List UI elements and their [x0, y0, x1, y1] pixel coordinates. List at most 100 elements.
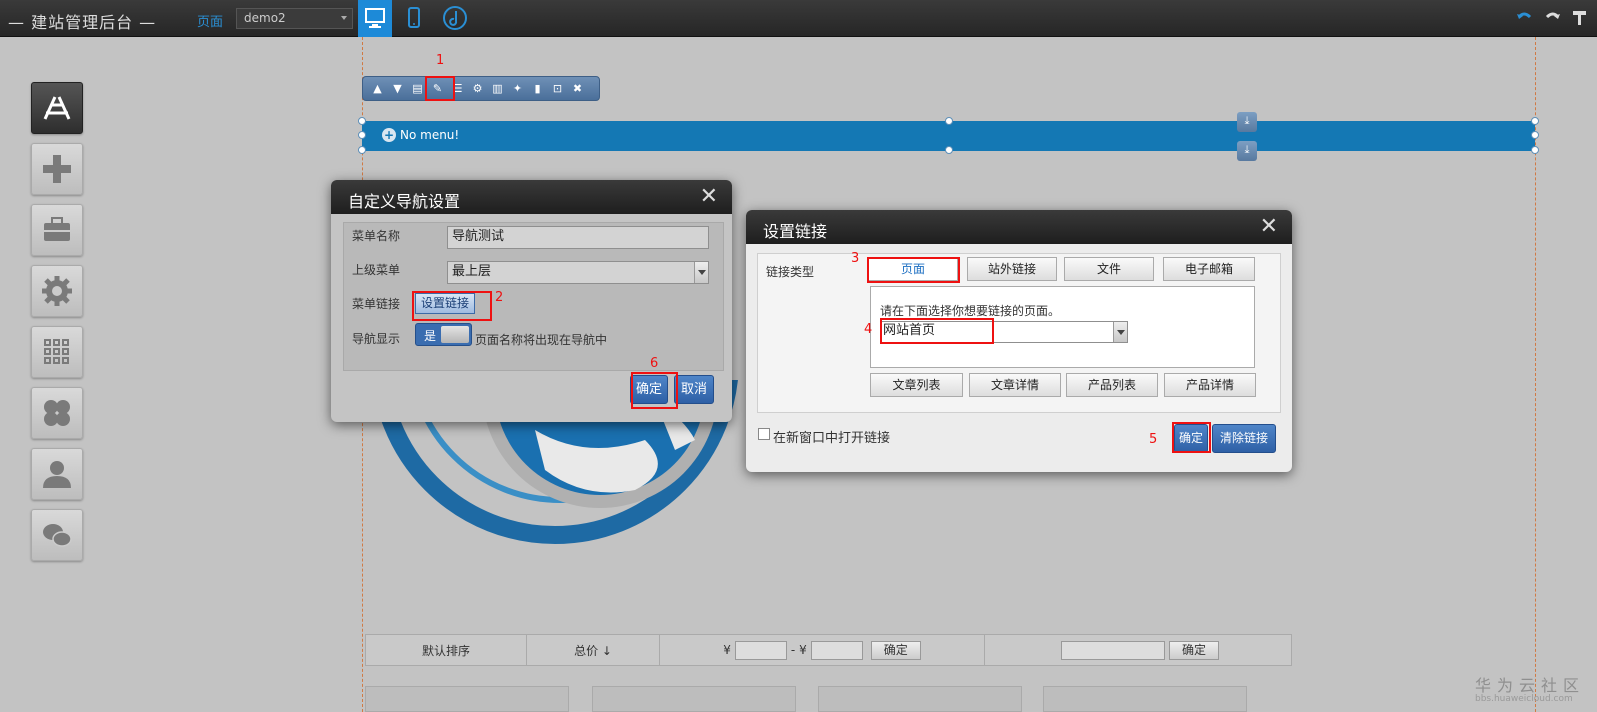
resize-handle[interactable]	[358, 146, 366, 154]
chevron-down-icon	[1113, 322, 1127, 342]
sidebar-item-modules[interactable]	[31, 387, 83, 439]
page-select-value: demo2	[244, 11, 286, 25]
resize-handle[interactable]	[945, 146, 953, 154]
parent-menu-select[interactable]: 最上层	[447, 261, 709, 284]
price-range: ¥ - ¥ 确定	[660, 635, 985, 665]
chevron-down-icon	[341, 16, 347, 20]
left-sidebar	[31, 82, 83, 570]
cancel-button[interactable]: 取消	[674, 375, 714, 404]
copy-icon[interactable]: ▤	[409, 82, 426, 96]
highlight-box-4	[880, 318, 994, 344]
tab-file[interactable]: 文件	[1064, 257, 1154, 281]
tab-email[interactable]: 电子邮箱	[1163, 257, 1255, 281]
undo-icon[interactable]	[1516, 9, 1532, 29]
dialog-title: 自定义导航设置	[348, 192, 461, 211]
menu-name-label: 菜单名称	[352, 229, 401, 243]
default-sort[interactable]: 默认排序	[366, 635, 527, 665]
download-icon[interactable]: ⤓	[1237, 112, 1257, 132]
resize-handle[interactable]	[1531, 146, 1539, 154]
top-bar: — 建站管理后台 — 页面 demo2	[0, 0, 1597, 37]
user-icon	[43, 461, 71, 488]
hammer-icon[interactable]	[1572, 9, 1588, 29]
music-circle-icon	[443, 6, 467, 30]
quick-link-product-detail[interactable]: 产品详情	[1164, 373, 1256, 397]
watermark-title: 华为云社区	[1475, 676, 1586, 695]
tab-external-link[interactable]: 站外链接	[967, 257, 1057, 281]
product-thumbnail[interactable]	[818, 686, 1022, 712]
trash-icon[interactable]: ✖	[569, 82, 586, 96]
product-thumbnail[interactable]	[365, 686, 569, 712]
price-confirm-button[interactable]: 确定	[870, 640, 921, 660]
quick-link-article-list[interactable]: 文章列表	[870, 373, 963, 397]
annotation-6: 6	[650, 356, 659, 371]
download-icon[interactable]: ⤓	[1237, 141, 1257, 161]
search-input[interactable]	[1060, 640, 1165, 660]
monitor-icon	[365, 8, 385, 28]
sidebar-item-settings[interactable]	[31, 265, 83, 317]
sidebar-item-grid[interactable]	[31, 326, 83, 378]
sidebar-item-wechat[interactable]	[31, 509, 83, 561]
search-confirm-button[interactable]: 确定	[1168, 640, 1219, 660]
columns-icon[interactable]: ▥	[489, 82, 506, 96]
sidebar-item-toolbox[interactable]	[31, 204, 83, 256]
max-price-input[interactable]	[810, 640, 863, 660]
resize-handle[interactable]	[1531, 117, 1539, 125]
chart-icon[interactable]: ▮	[529, 82, 546, 96]
sidebar-item-add[interactable]	[31, 143, 83, 195]
page-label: 页面	[197, 15, 224, 30]
product-thumbnail[interactable]	[592, 686, 796, 712]
new-window-checkbox[interactable]	[758, 428, 770, 440]
animation-icon[interactable]: ✦	[509, 82, 526, 96]
app-title: — 建站管理后台 —	[8, 13, 157, 32]
menu-name-input[interactable]: 导航测试	[447, 226, 709, 249]
min-price-input[interactable]	[734, 640, 787, 660]
clear-link-button[interactable]: 清除链接	[1212, 424, 1276, 453]
close-icon[interactable]: ✕	[700, 184, 718, 209]
chevron-up-icon[interactable]: ▲	[369, 82, 386, 96]
new-window-label: 在新窗口中打开链接	[773, 431, 891, 446]
toolbox-icon	[44, 217, 70, 241]
link-prompt: 请在下面选择你想要链接的页面。	[880, 304, 1061, 318]
app-view-button[interactable]	[438, 0, 472, 37]
annotation-4: 4	[864, 322, 873, 337]
nav-display-toggle[interactable]: 是	[415, 323, 472, 346]
search-area: 确定	[985, 635, 1291, 665]
annotation-3: 3	[851, 251, 860, 266]
element-toolbar: ▲ ▼ ▤ ✎ ☰ ⚙ ▥ ✦ ▮ ⊡ ✖	[362, 76, 600, 101]
nav-display-hint: 页面名称将出现在导航中	[475, 333, 608, 347]
mobile-view-button[interactable]	[397, 0, 431, 37]
price-sort[interactable]: 总价 ↓	[527, 635, 660, 665]
watermark-url: bbs.huaweicloud.com	[1475, 694, 1573, 704]
chevron-down-icon[interactable]: ▼	[389, 82, 406, 96]
unlock-icon[interactable]: ⊡	[549, 82, 566, 96]
resize-handle[interactable]	[1531, 131, 1539, 139]
grid-icon	[44, 339, 69, 364]
plus-icon	[43, 155, 71, 183]
sidebar-item-user[interactable]	[31, 448, 83, 500]
nav-display-label: 导航显示	[352, 332, 401, 346]
close-icon[interactable]: ✕	[1260, 214, 1278, 239]
desktop-view-button[interactable]	[358, 0, 392, 37]
redo-icon[interactable]	[1545, 9, 1561, 29]
add-circle-icon[interactable]: +	[382, 128, 396, 142]
annotation-2: 2	[495, 290, 504, 305]
quick-link-product-list[interactable]: 产品列表	[1066, 373, 1158, 397]
menu-link-label: 菜单链接	[352, 297, 401, 311]
product-filter-bar: 默认排序 总价 ↓ ¥ - ¥ 确定 确定	[365, 634, 1292, 666]
annotation-5: 5	[1149, 432, 1158, 447]
settings-icon[interactable]: ⚙	[469, 82, 486, 96]
highlight-box-6	[631, 372, 678, 409]
sidebar-item-apps[interactable]	[31, 82, 83, 134]
dialog-header: 设置链接 ✕	[746, 210, 1292, 244]
resize-handle[interactable]	[358, 131, 366, 139]
product-thumbnail[interactable]	[1043, 686, 1247, 712]
resize-handle[interactable]	[358, 117, 366, 125]
wechat-icon	[43, 524, 72, 547]
parent-menu-label: 上级菜单	[352, 263, 401, 277]
page-select[interactable]: demo2	[236, 8, 353, 29]
resize-handle[interactable]	[945, 117, 953, 125]
dialog-header: 自定义导航设置 ✕	[331, 180, 732, 214]
gear-icon	[42, 276, 72, 306]
phone-icon	[408, 7, 420, 28]
quick-link-article-detail[interactable]: 文章详情	[969, 373, 1061, 397]
